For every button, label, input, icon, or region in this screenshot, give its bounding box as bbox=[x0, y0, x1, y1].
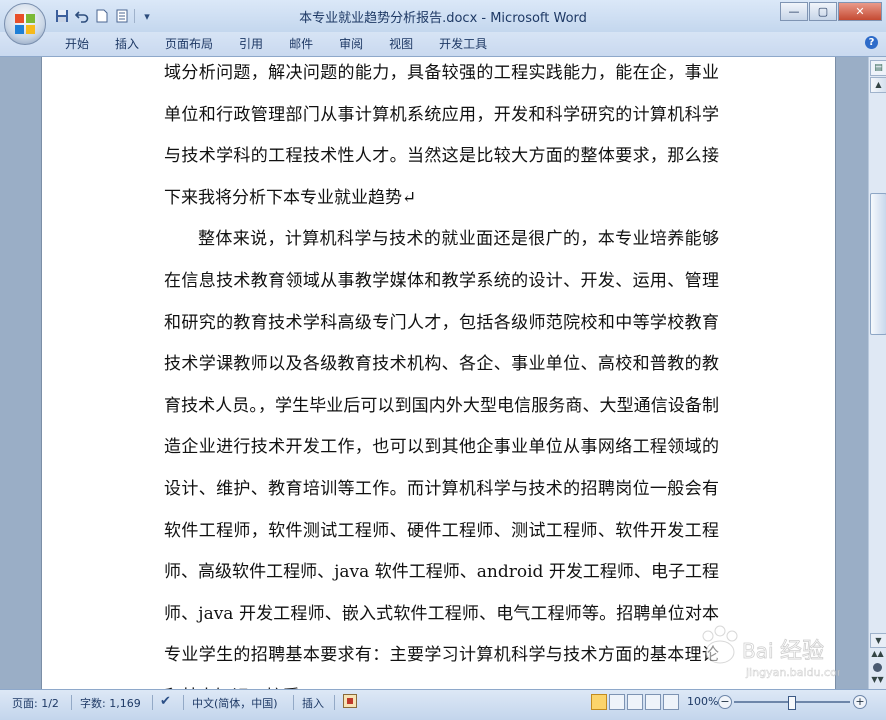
page-indicator[interactable]: 页面: 1/2 bbox=[12, 695, 59, 711]
zoom-level-text[interactable]: 100% bbox=[687, 695, 718, 708]
tab-references[interactable]: 引用 bbox=[226, 36, 276, 52]
zoom-slider-thumb[interactable] bbox=[788, 696, 796, 710]
ribbon-tabs: 开始 插入 页面布局 引用 邮件 审阅 视图 开发工具 bbox=[52, 36, 500, 52]
full-screen-reading-view-button[interactable] bbox=[609, 694, 625, 710]
status-separator bbox=[293, 695, 294, 710]
status-bar: 页面: 1/2 字数: 1,169 ✔ 中文(简体，中国) 插入 100% − … bbox=[0, 689, 886, 720]
document-area: 域分析问题，解决问题的能力，具备较强的工程实践能力，能在企，事业单位和行政管理部… bbox=[0, 57, 868, 689]
view-buttons bbox=[591, 694, 679, 710]
paragraph: 整体来说，计算机科学与技术的就业面还是很广的，本专业培养能够在信息技术教育领域从… bbox=[164, 229, 719, 689]
previous-page-button[interactable]: ▲▲ bbox=[870, 649, 885, 661]
office-button[interactable] bbox=[4, 3, 46, 45]
vertical-scrollbar[interactable]: ▤ ▲ ▼ ▲▲ ▼▼ bbox=[868, 57, 886, 689]
tab-view[interactable]: 视图 bbox=[376, 36, 426, 52]
macro-recording-icon[interactable] bbox=[343, 694, 357, 708]
window-controls: — ▢ ✕ bbox=[780, 2, 882, 21]
zoom-in-button[interactable]: + bbox=[853, 695, 867, 709]
insert-mode-indicator[interactable]: 插入 bbox=[302, 695, 324, 711]
document-page[interactable]: 域分析问题，解决问题的能力，具备较强的工程实践能力，能在企，事业单位和行政管理部… bbox=[41, 57, 836, 689]
scroll-down-button[interactable]: ▼ bbox=[870, 633, 886, 648]
language-indicator[interactable]: 中文(简体，中国) bbox=[192, 695, 278, 711]
ribbon-tab-bar: 开始 插入 页面布局 引用 邮件 审阅 视图 开发工具 ? bbox=[0, 32, 886, 57]
tab-page-layout[interactable]: 页面布局 bbox=[152, 36, 226, 52]
tab-insert[interactable]: 插入 bbox=[102, 36, 152, 52]
maximize-button[interactable]: ▢ bbox=[809, 2, 837, 21]
select-browse-object-icon[interactable] bbox=[873, 663, 882, 672]
tab-home[interactable]: 开始 bbox=[52, 36, 102, 52]
scroll-thumb[interactable] bbox=[870, 192, 886, 335]
draft-view-button[interactable] bbox=[663, 694, 679, 710]
help-icon[interactable]: ? bbox=[865, 36, 878, 49]
status-separator bbox=[152, 695, 153, 710]
outline-view-button[interactable] bbox=[645, 694, 661, 710]
scroll-up-button[interactable]: ▲ bbox=[870, 77, 886, 93]
status-separator bbox=[183, 695, 184, 710]
proofing-icon[interactable]: ✔ bbox=[160, 694, 171, 709]
paragraph: 域分析问题，解决问题的能力，具备较强的工程实践能力，能在企，事业单位和行政管理部… bbox=[164, 63, 719, 208]
document-body[interactable]: 域分析问题，解决问题的能力，具备较强的工程实践能力，能在企，事业单位和行政管理部… bbox=[164, 57, 719, 689]
close-button[interactable]: ✕ bbox=[838, 2, 882, 21]
title-bar: ▾ 本专业就业趋势分析报告.docx - Microsoft Word — ▢ … bbox=[0, 0, 886, 32]
tab-mailings[interactable]: 邮件 bbox=[276, 36, 326, 52]
tab-review[interactable]: 审阅 bbox=[326, 36, 376, 52]
office-logo-icon bbox=[15, 14, 35, 34]
view-ruler-icon[interactable]: ▤ bbox=[870, 60, 886, 76]
window-title: 本专业就业趋势分析报告.docx - Microsoft Word bbox=[299, 11, 587, 26]
print-layout-view-button[interactable] bbox=[591, 694, 607, 710]
zoom-out-button[interactable]: − bbox=[718, 695, 732, 709]
tab-developer[interactable]: 开发工具 bbox=[426, 36, 500, 52]
status-separator bbox=[71, 695, 72, 710]
status-separator bbox=[334, 695, 335, 710]
web-layout-view-button[interactable] bbox=[627, 694, 643, 710]
next-page-button[interactable]: ▼▼ bbox=[870, 675, 885, 687]
minimize-button[interactable]: — bbox=[780, 2, 808, 21]
word-count[interactable]: 字数: 1,169 bbox=[80, 695, 141, 711]
